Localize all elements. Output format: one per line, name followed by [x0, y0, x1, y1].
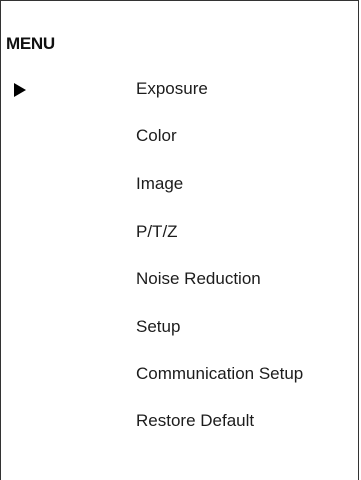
menu-item-noise-reduction[interactable]: Noise Reduction — [1, 264, 358, 294]
osd-menu-panel: MENU Exposure Color Image P/T/Z Noise Re… — [0, 0, 359, 480]
menu-item-label: P/T/Z — [136, 222, 178, 241]
menu-item-label: Image — [136, 174, 184, 193]
menu-item-restore-default[interactable]: Restore Default — [1, 406, 358, 436]
menu-item-label: Communication Setup — [136, 364, 304, 383]
menu-item-communication-setup[interactable]: Communication Setup — [1, 359, 358, 389]
menu-item-setup[interactable]: Setup — [1, 312, 358, 342]
menu-item-label: Setup — [136, 317, 181, 336]
play-arrow-icon — [14, 83, 26, 97]
menu-item-color[interactable]: Color — [1, 121, 358, 151]
menu-item-label: Noise Reduction — [136, 269, 261, 288]
menu-item-ptz[interactable]: P/T/Z — [1, 217, 358, 247]
menu-item-label: Restore Default — [136, 411, 255, 430]
menu-item-label: Exposure — [136, 79, 208, 98]
menu-title: MENU — [6, 34, 55, 53]
menu-item-label: Color — [136, 126, 177, 145]
menu-item-exposure[interactable]: Exposure — [1, 74, 358, 104]
menu-item-image[interactable]: Image — [1, 169, 358, 199]
